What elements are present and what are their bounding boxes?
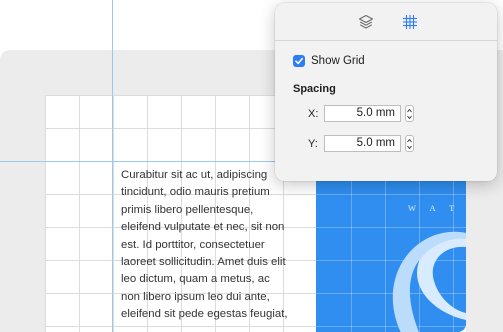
spacing-x-label: X:	[308, 108, 319, 120]
checkmark-icon	[295, 57, 303, 65]
body-text-line: non libero ipsum leo dui ante,	[121, 290, 270, 303]
body-text-line: est. Id porttitor, consectetuer	[121, 238, 265, 251]
body-text-frame[interactable]: Curabitur sit ac ut, adipiscing tincidun…	[121, 167, 311, 324]
cover-image[interactable]: W A T C	[316, 175, 466, 332]
vertical-guide-line[interactable]	[112, 0, 113, 332]
cover-letters: W A T C	[408, 203, 466, 213]
body-text-line: eleifend vulputate et nec, sit non	[121, 221, 285, 234]
layers-icon	[358, 14, 374, 29]
stepper-arrows-icon	[407, 108, 412, 120]
body-text-line: leo dictum, quam a metus, ac	[121, 273, 270, 286]
spacing-x-stepper[interactable]	[405, 105, 414, 122]
horizontal-guide-line[interactable]	[0, 161, 282, 162]
grid-icon	[403, 15, 417, 29]
spacing-heading: Spacing	[293, 83, 336, 95]
spacing-y-stepper[interactable]	[405, 135, 414, 152]
tab-grid[interactable]	[398, 11, 422, 33]
cover-artwork	[316, 175, 466, 332]
tab-arrange[interactable]	[354, 11, 378, 33]
spacing-y-input[interactable]: 5.0 mm	[324, 135, 401, 152]
show-grid-label: Show Grid	[311, 55, 365, 67]
body-text-line: primis libero pellentesque,	[121, 203, 254, 216]
stepper-arrows-icon	[407, 138, 412, 150]
body-text-line: eleifend sit pede egestas feugiat,	[121, 308, 288, 321]
spacing-x-input[interactable]: 5.0 mm	[324, 105, 401, 122]
inspector-tab-bar	[275, 3, 497, 41]
show-grid-checkbox[interactable]	[293, 55, 305, 67]
body-text-line: laoreet sollicitudin. Amet duis elit	[121, 256, 286, 269]
grid-inspector-popover: Show Grid Spacing X: 5.0 mm Y: 5.0 mm	[275, 3, 497, 181]
body-text-line: tincidunt, odio mauris pretium	[121, 186, 270, 199]
spacing-y-label: Y:	[308, 138, 318, 150]
